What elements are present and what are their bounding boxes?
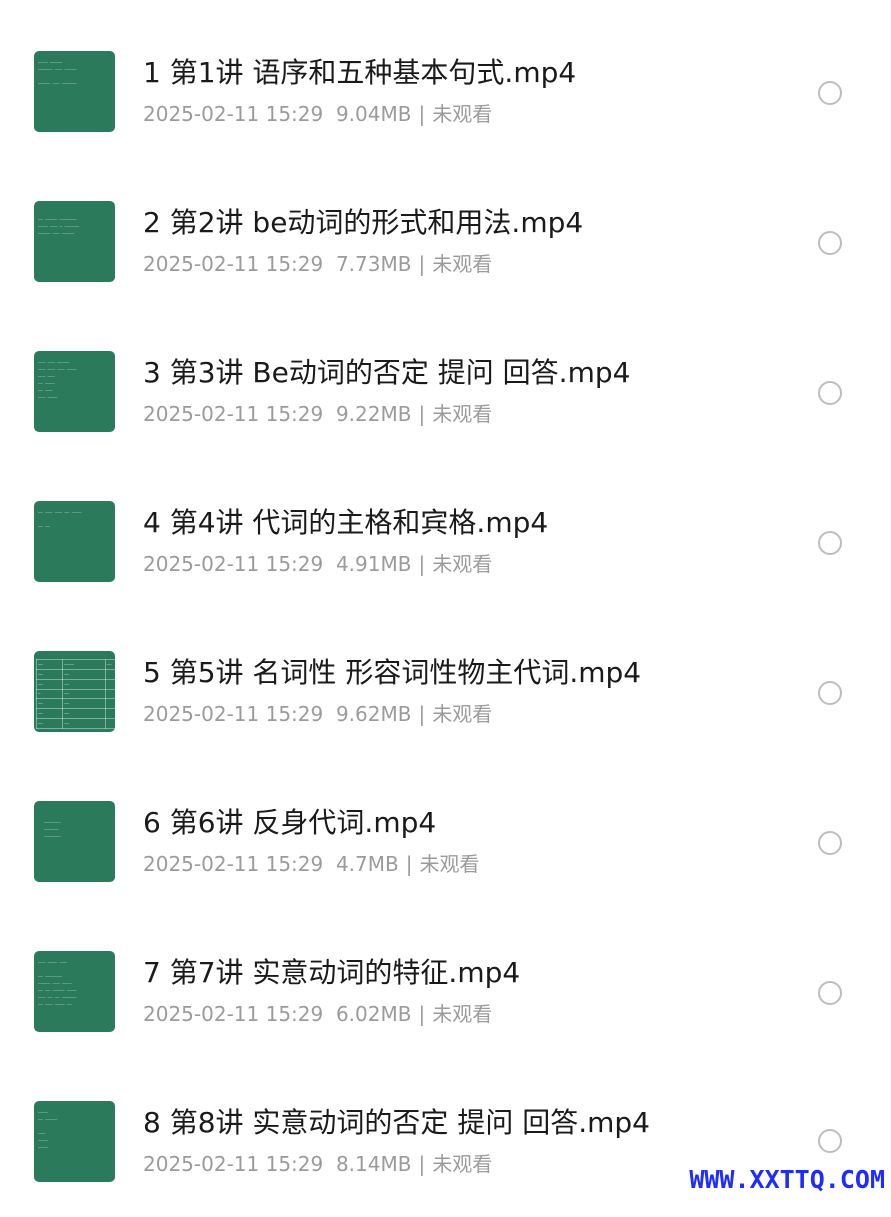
file-list-item[interactable]: ‒‒‒ ‒‒‒ ‒‒‒‒‒ ‒‒‒ ‒‒‒ ‒‒‒ ‒‒‒‒ ‒‒‒ ‒‒‒ ‒… bbox=[0, 317, 891, 467]
select-radio[interactable] bbox=[818, 381, 842, 405]
file-size: 9.22MB bbox=[335, 402, 412, 426]
file-title[interactable]: 6 第6讲 反身代词.mp4 bbox=[143, 807, 436, 839]
file-list-item[interactable]: ‒‒‒‒‒‒‒ ‒‒‒‒‒‒ ‒‒‒‒‒‒‒ 6 第6讲 反身代词.mp4 20… bbox=[0, 767, 891, 917]
file-meta: 2025-02-11 15:29 8.14MB | 未观看 bbox=[143, 1151, 492, 1177]
thumbnail-chalkboard-text: ‒‒‒ ‒‒‒‒ ‒‒‒ ‒‒ ‒‒‒‒‒‒‒ ‒‒‒‒‒ ‒‒‒ ‒‒‒‒ ‒… bbox=[38, 960, 77, 1007]
video-thumbnail[interactable]: ‒‒‒‒ ‒‒‒‒‒ ‒‒‒‒‒‒ ‒‒‒ ‒‒‒‒‒ ‒‒‒‒‒ ‒‒‒ ‒‒… bbox=[34, 51, 115, 132]
file-list-item[interactable]: ‒‒‒‒ ‒‒ ‒‒‒‒‒ ‒‒‒ ‒‒‒‒ ‒‒‒‒ 8 第8讲 实意动词的否… bbox=[0, 1067, 891, 1217]
file-list-item[interactable]: ‒‒‒ ‒‒‒‒ ‒‒‒ ‒‒ ‒‒‒‒‒‒‒ ‒‒‒‒‒ ‒‒‒ ‒‒‒‒ ‒… bbox=[0, 917, 891, 1067]
file-date: 2025-02-11 15:29 bbox=[143, 102, 324, 126]
file-size: 8.14MB bbox=[335, 1152, 412, 1176]
file-list-item[interactable]: ‒‒ ‒‒‒ ‒‒‒ ‒‒ ‒‒‒‒ ‒‒ ‒‒ 4 第4讲 代词的主格和宾格.… bbox=[0, 467, 891, 617]
watch-status: 未观看 bbox=[432, 1002, 493, 1026]
file-size: 4.7MB bbox=[335, 852, 399, 876]
thumbnail-chalkboard-text: ‒‒‒ ‒‒‒ ‒‒‒‒‒ ‒‒‒ ‒‒‒ ‒‒‒ ‒‒‒‒ ‒‒‒ ‒‒‒ ‒… bbox=[38, 360, 77, 400]
thumbnail-chalkboard-table: ‒‒ ‒‒‒‒ ‒‒ ‒‒ ‒‒ ‒‒ ‒‒ ‒ ‒‒ ‒‒ ‒‒ ‒‒ ‒‒ ‒‒ ‒‒ bbox=[35, 659, 115, 729]
file-title[interactable]: 8 第8讲 实意动词的否定 提问 回答.mp4 bbox=[143, 1107, 650, 1139]
file-date: 2025-02-11 15:29 bbox=[143, 252, 324, 276]
watch-status: 未观看 bbox=[432, 102, 493, 126]
meta-separator: | bbox=[418, 1152, 426, 1176]
file-size: 4.91MB bbox=[335, 552, 412, 576]
thumbnail-chalkboard-text: ‒‒‒‒ ‒‒ ‒‒‒‒‒ ‒‒‒ ‒‒‒‒ ‒‒‒‒ bbox=[38, 1110, 58, 1150]
file-date: 2025-02-11 15:29 bbox=[143, 1002, 324, 1026]
file-meta: 2025-02-11 15:29 6.02MB | 未观看 bbox=[143, 1001, 492, 1027]
select-radio[interactable] bbox=[818, 531, 842, 555]
file-size: 9.04MB bbox=[335, 102, 412, 126]
select-radio[interactable] bbox=[818, 81, 842, 105]
file-list-item[interactable]: ‒‒ ‒‒‒‒‒ ‒‒‒‒‒‒‒ ‒‒‒‒ ‒‒‒ ‒ ‒‒‒‒‒‒ ‒‒‒‒‒… bbox=[0, 167, 891, 317]
file-meta: 2025-02-11 15:29 4.7MB | 未观看 bbox=[143, 851, 480, 877]
meta-separator: | bbox=[418, 1002, 426, 1026]
file-date: 2025-02-11 15:29 bbox=[143, 702, 324, 726]
watch-status: 未观看 bbox=[432, 252, 493, 276]
file-date: 2025-02-11 15:29 bbox=[143, 852, 324, 876]
file-size: 9.62MB bbox=[335, 702, 412, 726]
watch-status: 未观看 bbox=[432, 1152, 493, 1176]
select-radio[interactable] bbox=[818, 1129, 842, 1153]
watch-status: 未观看 bbox=[432, 402, 493, 426]
select-radio[interactable] bbox=[818, 981, 842, 1005]
site-watermark: WWW.XXTTQ.COM bbox=[689, 1165, 885, 1194]
watch-status: 未观看 bbox=[419, 852, 480, 876]
file-list-item[interactable]: ‒‒‒‒ ‒‒‒‒‒ ‒‒‒‒‒‒ ‒‒‒ ‒‒‒‒‒ ‒‒‒‒‒ ‒‒‒ ‒‒… bbox=[0, 17, 891, 167]
video-thumbnail[interactable]: ‒‒ ‒‒‒‒ ‒‒ ‒‒ ‒‒ ‒‒ ‒‒ ‒ ‒‒ ‒‒ ‒‒ ‒‒ ‒‒ ‒‒ ‒‒ bbox=[34, 651, 115, 732]
select-radio[interactable] bbox=[818, 231, 842, 255]
video-thumbnail[interactable]: ‒‒ ‒‒‒‒‒ ‒‒‒‒‒‒‒ ‒‒‒‒ ‒‒‒ ‒ ‒‒‒‒‒‒ ‒‒‒‒‒… bbox=[34, 201, 115, 282]
file-title[interactable]: 5 第5讲 名词性 形容词性物主代词.mp4 bbox=[143, 657, 641, 689]
select-radio[interactable] bbox=[818, 681, 842, 705]
file-meta: 2025-02-11 15:29 9.62MB | 未观看 bbox=[143, 701, 492, 727]
video-thumbnail[interactable]: ‒‒‒ ‒‒‒‒ ‒‒‒ ‒‒ ‒‒‒‒‒‒‒ ‒‒‒‒‒ ‒‒‒ ‒‒‒‒ ‒… bbox=[34, 951, 115, 1032]
video-file-list: ‒‒‒‒ ‒‒‒‒‒ ‒‒‒‒‒‒ ‒‒‒ ‒‒‒‒‒ ‒‒‒‒‒ ‒‒‒ ‒‒… bbox=[0, 0, 891, 1200]
meta-separator: | bbox=[418, 552, 426, 576]
file-size: 7.73MB bbox=[335, 252, 412, 276]
file-title[interactable]: 4 第4讲 代词的主格和宾格.mp4 bbox=[143, 507, 548, 539]
thumbnail-chalkboard-text: ‒‒ ‒‒‒‒‒ ‒‒‒‒‒‒‒ ‒‒‒‒ ‒‒‒ ‒ ‒‒‒‒‒‒ ‒‒‒‒‒… bbox=[38, 217, 79, 236]
file-meta: 2025-02-11 15:29 9.04MB | 未观看 bbox=[143, 101, 492, 127]
file-title[interactable]: 7 第7讲 实意动词的特征.mp4 bbox=[143, 957, 520, 989]
file-list-item[interactable]: ‒‒ ‒‒‒‒ ‒‒ ‒‒ ‒‒ ‒‒ ‒‒ ‒ ‒‒ ‒‒ ‒‒ ‒‒ ‒‒ ‒‒ ‒‒ 5 … bbox=[0, 617, 891, 767]
file-date: 2025-02-11 15:29 bbox=[143, 552, 324, 576]
watch-status: 未观看 bbox=[432, 702, 493, 726]
file-title[interactable]: 3 第3讲 Be动词的否定 提问 回答.mp4 bbox=[143, 357, 630, 389]
meta-separator: | bbox=[405, 852, 413, 876]
watch-status: 未观看 bbox=[432, 552, 493, 576]
video-thumbnail[interactable]: ‒‒‒‒‒‒‒ ‒‒‒‒‒‒ ‒‒‒‒‒‒‒ bbox=[34, 801, 115, 882]
thumbnail-chalkboard-text: ‒‒ ‒‒‒ ‒‒‒ ‒‒ ‒‒‒‒ ‒‒ ‒‒ bbox=[38, 510, 82, 529]
video-thumbnail[interactable]: ‒‒ ‒‒‒ ‒‒‒ ‒‒ ‒‒‒‒ ‒‒ ‒‒ bbox=[34, 501, 115, 582]
video-thumbnail[interactable]: ‒‒‒ ‒‒‒ ‒‒‒‒‒ ‒‒‒ ‒‒‒ ‒‒‒ ‒‒‒‒ ‒‒‒ ‒‒‒ ‒… bbox=[34, 351, 115, 432]
file-meta: 2025-02-11 15:29 7.73MB | 未观看 bbox=[143, 251, 492, 277]
file-meta: 2025-02-11 15:29 9.22MB | 未观看 bbox=[143, 401, 492, 427]
file-date: 2025-02-11 15:29 bbox=[143, 402, 324, 426]
meta-separator: | bbox=[418, 102, 426, 126]
meta-separator: | bbox=[418, 252, 426, 276]
file-date: 2025-02-11 15:29 bbox=[143, 1152, 324, 1176]
thumbnail-chalkboard-text: ‒‒‒‒ ‒‒‒‒‒ ‒‒‒‒‒‒ ‒‒‒ ‒‒‒‒‒ ‒‒‒‒‒ ‒‒‒ ‒‒… bbox=[38, 60, 77, 86]
meta-separator: | bbox=[418, 702, 426, 726]
select-radio[interactable] bbox=[818, 831, 842, 855]
thumbnail-chalkboard-text: ‒‒‒‒‒‒‒ ‒‒‒‒‒‒ ‒‒‒‒‒‒‒ bbox=[44, 820, 61, 839]
file-meta: 2025-02-11 15:29 4.91MB | 未观看 bbox=[143, 551, 492, 577]
meta-separator: | bbox=[418, 402, 426, 426]
file-title[interactable]: 1 第1讲 语序和五种基本句式.mp4 bbox=[143, 57, 576, 89]
video-thumbnail[interactable]: ‒‒‒‒ ‒‒ ‒‒‒‒‒ ‒‒‒ ‒‒‒‒ ‒‒‒‒ bbox=[34, 1101, 115, 1182]
file-size: 6.02MB bbox=[335, 1002, 412, 1026]
file-title[interactable]: 2 第2讲 be动词的形式和用法.mp4 bbox=[143, 207, 583, 239]
